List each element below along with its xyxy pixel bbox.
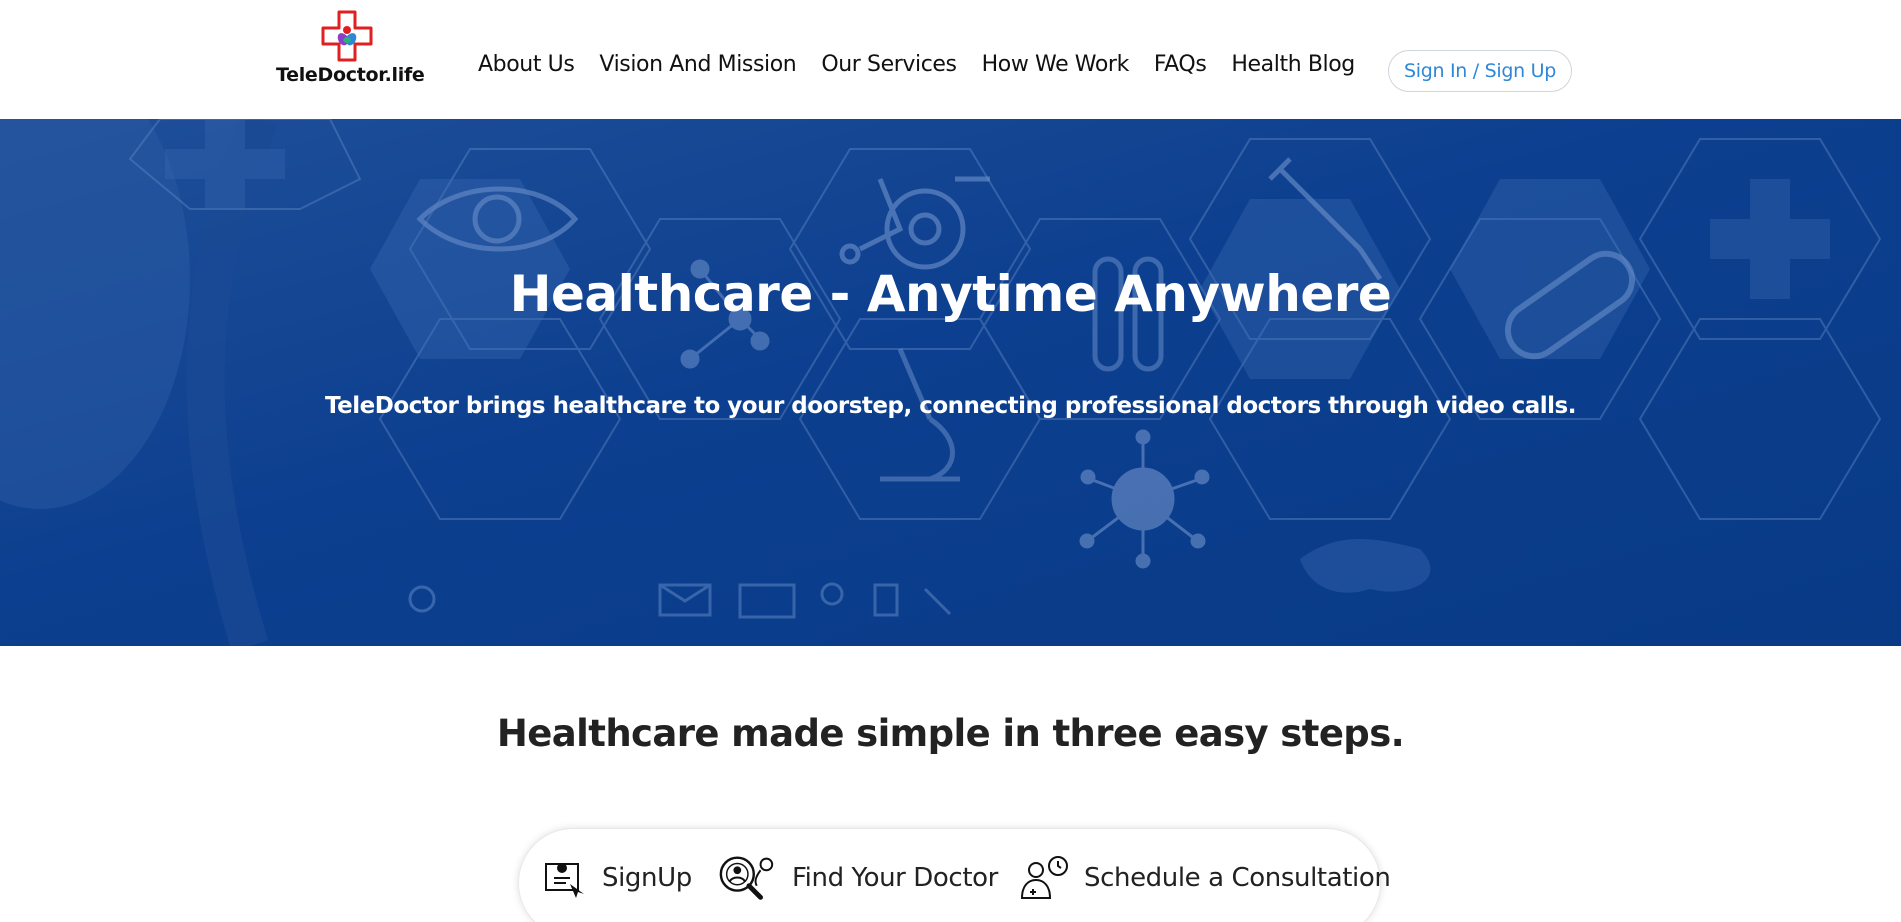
nav-link-health-blog[interactable]: Health Blog xyxy=(1231,52,1355,77)
nav-link-faqs[interactable]: FAQs xyxy=(1154,52,1207,77)
step-find-your-doctor[interactable]: Find Your Doctor xyxy=(716,854,998,902)
steps-section-title: Healthcare made simple in three easy ste… xyxy=(496,712,1405,755)
step-schedule-consultation-label: Schedule a Consultation xyxy=(1084,863,1391,893)
teledoctor-logo[interactable]: TeleDoctor.life xyxy=(276,10,425,90)
nav-link-our-services[interactable]: Our Services xyxy=(821,52,957,77)
medical-cross-logo-icon xyxy=(321,10,373,62)
main-nav: About Us Vision And Mission Our Services… xyxy=(478,52,1355,77)
nav-link-how-we-work[interactable]: How We Work xyxy=(982,52,1130,77)
hero-medical-background-image xyxy=(0,119,1901,646)
step-schedule-consultation[interactable]: Schedule a Consultation xyxy=(1018,854,1391,902)
site-header: TeleDoctor.life About Us Vision And Miss… xyxy=(0,0,1901,119)
hero-title: Healthcare - Anytime Anywhere xyxy=(509,265,1392,323)
hero-subtitle: TeleDoctor brings healthcare to your doo… xyxy=(325,393,1576,419)
step-signup-label: SignUp xyxy=(602,863,692,893)
nav-link-vision-mission[interactable]: Vision And Mission xyxy=(599,52,796,77)
signup-icon xyxy=(545,863,584,898)
logo-text: TeleDoctor.life xyxy=(276,64,425,86)
sign-in-sign-up-button[interactable]: Sign In / Sign Up xyxy=(1388,50,1572,92)
schedule-consultation-icon xyxy=(1020,856,1068,899)
find-doctor-icon xyxy=(719,856,774,900)
hero-banner: Healthcare - Anytime Anywhere TeleDoctor… xyxy=(0,119,1901,646)
nav-link-about-us[interactable]: About Us xyxy=(478,52,575,77)
step-signup[interactable]: SignUp xyxy=(540,854,692,902)
step-find-your-doctor-label: Find Your Doctor xyxy=(792,863,998,893)
